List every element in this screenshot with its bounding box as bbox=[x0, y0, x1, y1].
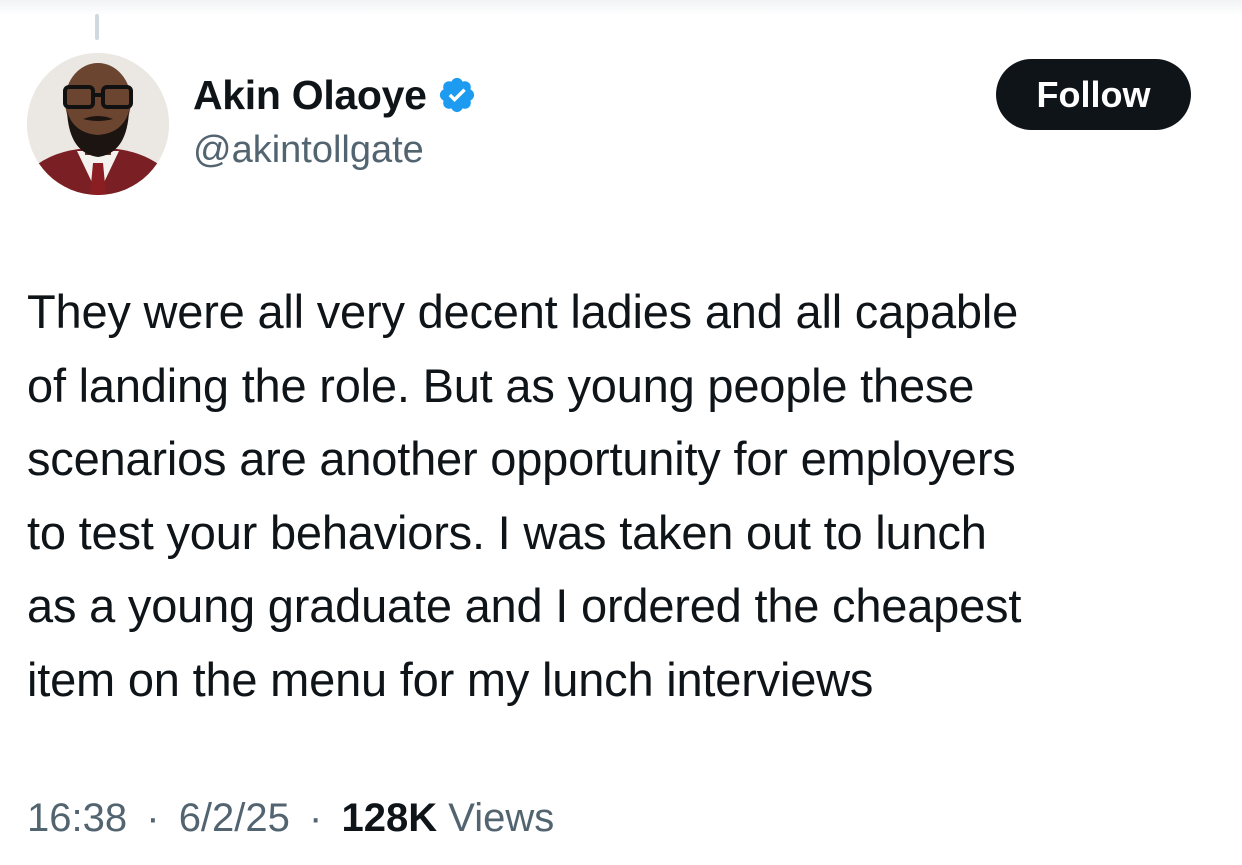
display-name[interactable]: Akin Olaoye bbox=[193, 70, 427, 120]
meta-separator: · bbox=[309, 796, 323, 840]
thread-line bbox=[95, 14, 99, 40]
follow-button[interactable]: Follow bbox=[996, 59, 1191, 130]
views-label: Views bbox=[448, 796, 555, 840]
meta-separator: · bbox=[146, 796, 160, 840]
tweet-time[interactable]: 16:38 bbox=[27, 796, 127, 840]
tweet-date[interactable]: 6/2/25 bbox=[179, 796, 290, 840]
author-block: Akin Olaoye @akintollgate bbox=[193, 70, 477, 176]
views-count[interactable]: 128K bbox=[341, 796, 437, 840]
tweet-text: They were all very decent ladies and all… bbox=[27, 285, 1022, 706]
handle[interactable]: @akintollgate bbox=[193, 124, 477, 176]
top-strip bbox=[0, 0, 1242, 16]
verified-badge-icon[interactable] bbox=[437, 75, 477, 115]
name-row: Akin Olaoye bbox=[193, 70, 477, 120]
tweet-meta: 16:38 · 6/2/25 · 128K Views bbox=[27, 790, 554, 846]
avatar[interactable] bbox=[27, 53, 169, 195]
avatar-image bbox=[27, 53, 169, 195]
